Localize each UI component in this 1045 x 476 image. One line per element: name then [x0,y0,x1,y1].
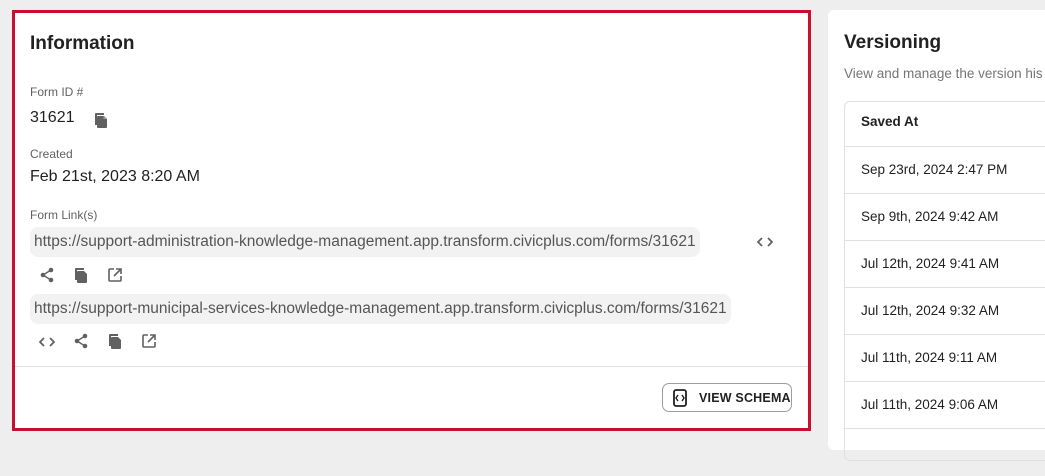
created-label: Created [30,147,73,161]
created-value: Feb 21st, 2023 8:20 AM [30,168,200,185]
versioning-description: View and manage the version his [844,66,1043,81]
form-link-1[interactable]: https://support-administration-knowledge… [30,227,700,257]
versioning-panel: Versioning View and manage the version h… [828,10,1045,461]
table-row[interactable]: Jul 12th, 2024 9:41 AM [845,240,1045,288]
table-row[interactable]: Jul 11th, 2024 9:11 AM [845,334,1045,382]
information-title: Information [30,33,135,54]
form-id-label: Form ID # [30,85,84,99]
copy-icon[interactable] [73,267,89,288]
versioning-title: Versioning [844,32,942,53]
table-row[interactable]: Sep 23rd, 2024 2:47 PM [845,146,1045,194]
copy-icon[interactable] [107,333,123,354]
saved-at-cell: Sep 23rd, 2024 2:47 PM [861,162,1008,177]
code-icon[interactable] [38,335,56,354]
code-icon[interactable] [756,235,774,254]
copy-icon[interactable] [93,112,109,133]
saved-at-cell: Jul 11th, 2024 9:11 AM [861,350,998,365]
view-schema-label: VIEW SCHEMA [699,390,791,405]
open-external-icon[interactable] [141,333,157,354]
form-id-value: 31621 [30,109,75,126]
share-icon[interactable] [73,333,89,354]
information-panel: Information Form ID # 31621 Created Feb … [12,10,811,431]
table-row [845,428,1045,476]
share-icon[interactable] [39,267,55,288]
saved-at-cell: Jul 11th, 2024 9:06 AM [861,397,999,412]
table-row[interactable]: Jul 11th, 2024 9:06 AM [845,381,1045,429]
view-schema-button[interactable]: VIEW SCHEMA [662,383,792,412]
saved-at-header[interactable]: Saved At [861,114,918,129]
divider [15,366,808,367]
form-links-label: Form Link(s) [30,208,98,222]
open-external-icon[interactable] [107,267,123,288]
saved-at-cell: Jul 12th, 2024 9:41 AM [861,256,1000,271]
saved-at-cell: Jul 12th, 2024 9:32 AM [861,303,1000,318]
table-row[interactable]: Jul 12th, 2024 9:32 AM [845,287,1045,335]
versions-table: Saved At Sep 23rd, 2024 2:47 PM Sep 9th,… [844,101,1045,461]
schema-icon [673,388,687,407]
saved-at-cell: Sep 9th, 2024 9:42 AM [861,209,999,224]
form-link-2[interactable]: https://support-municipal-services-knowl… [30,294,731,324]
table-row[interactable]: Sep 9th, 2024 9:42 AM [845,193,1045,241]
